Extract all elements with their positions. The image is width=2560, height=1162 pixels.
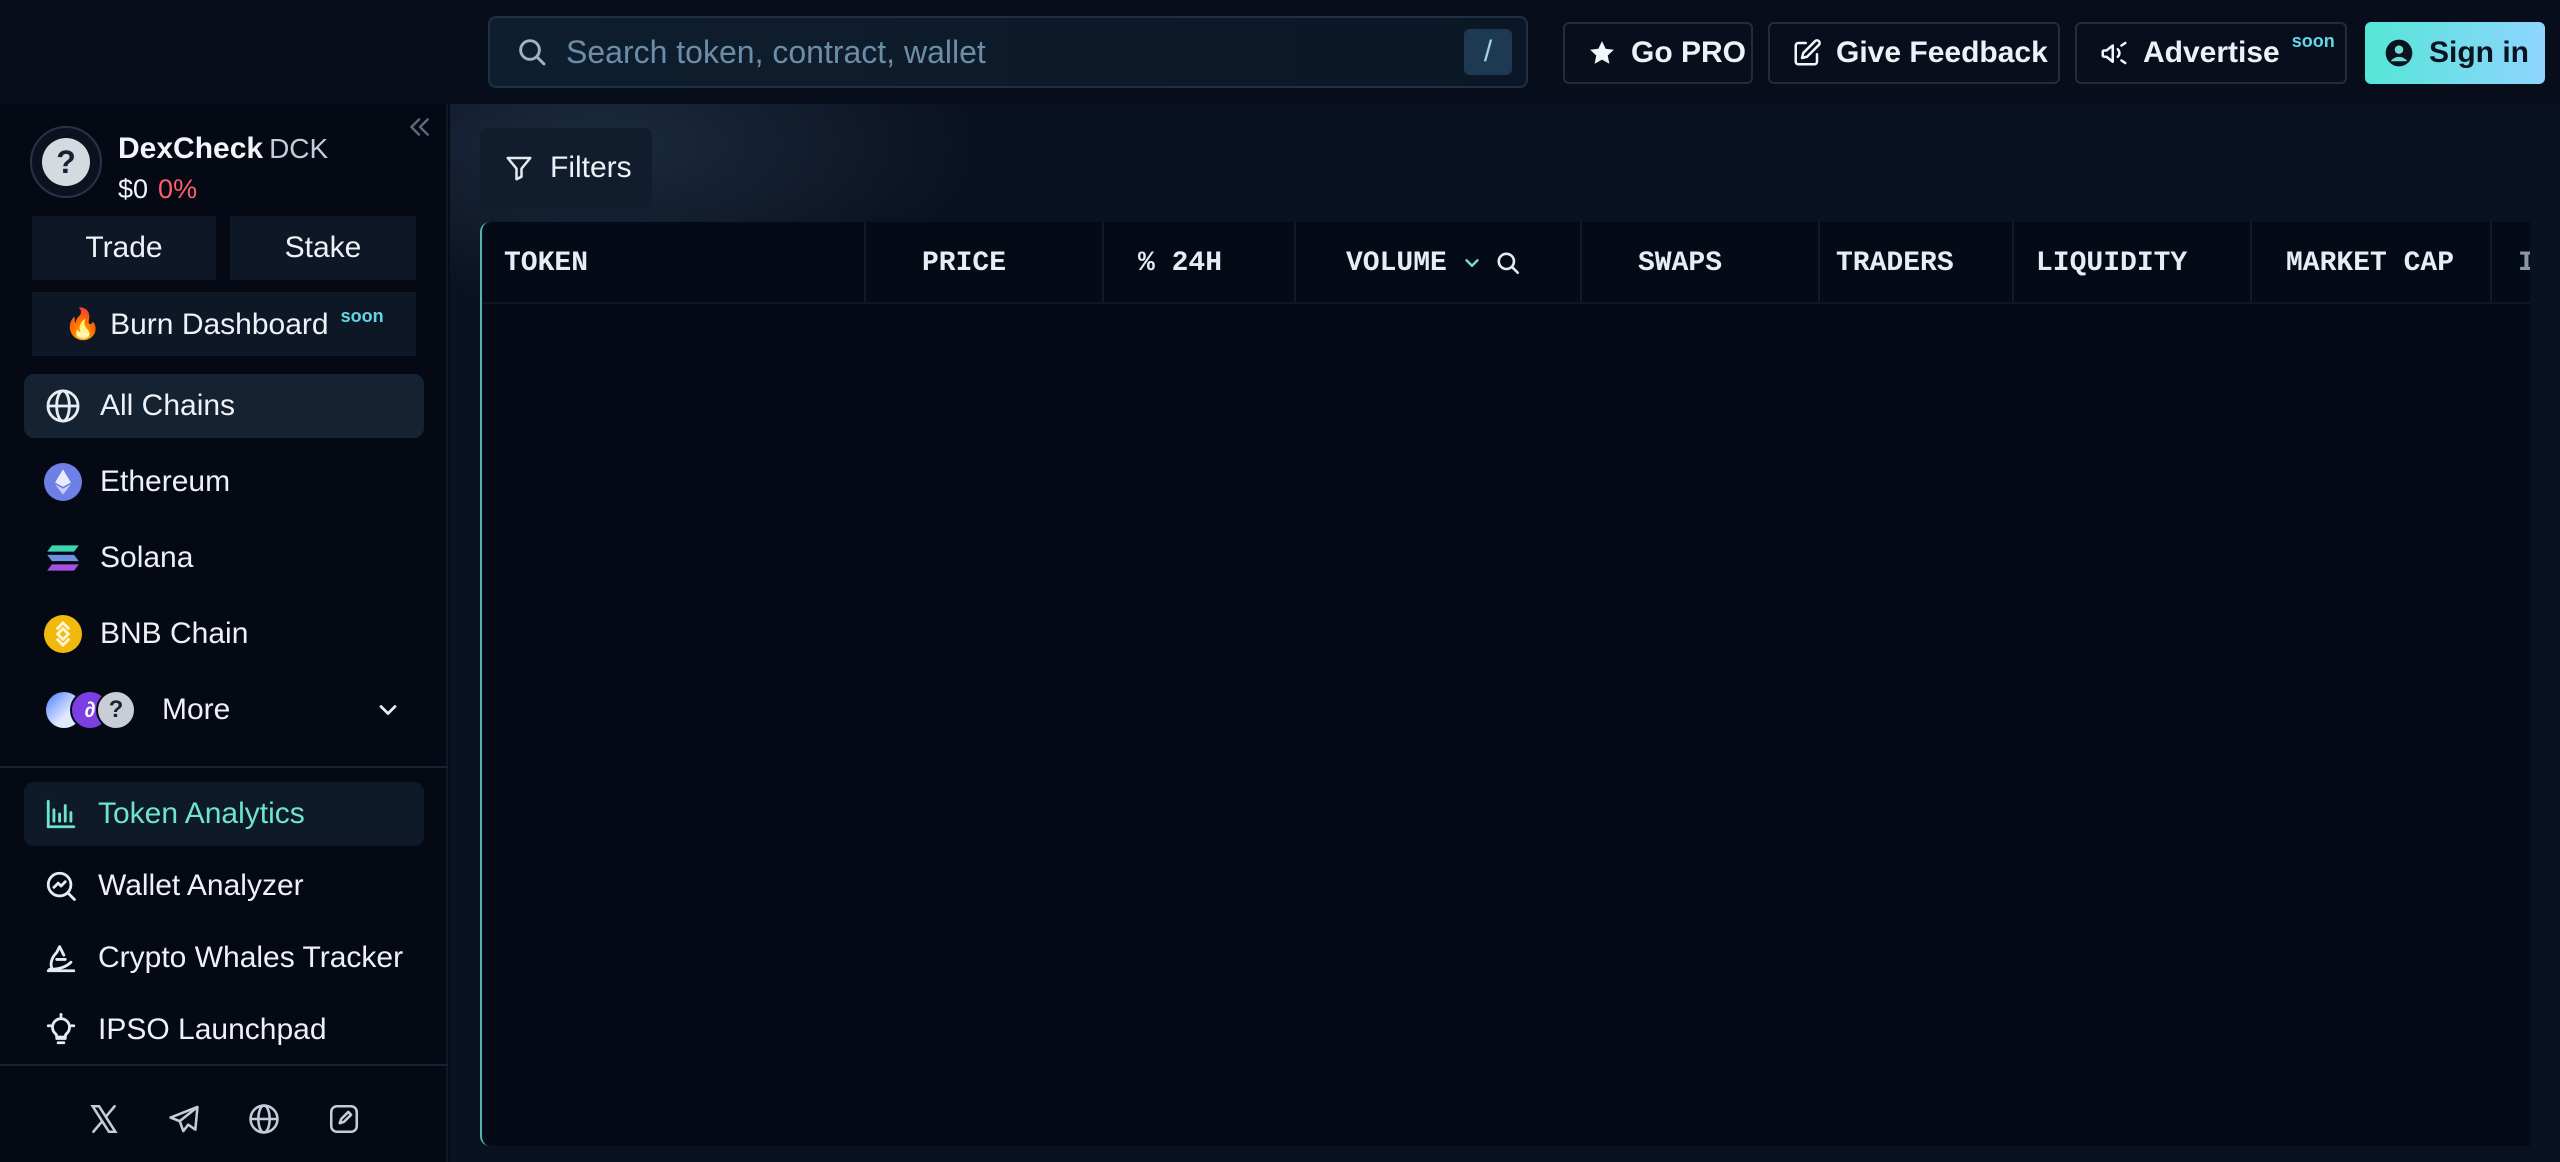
trade-button[interactable]: Trade: [32, 216, 216, 280]
column-header-price[interactable]: PRICE: [866, 222, 1104, 304]
chain-label: All Chains: [100, 389, 236, 422]
burn-dashboard-label: 🔥 Burn Dashboard: [64, 307, 329, 341]
token-header[interactable]: ? DexCheck DCK $0 0%: [30, 126, 328, 205]
column-header-change-24h[interactable]: % 24H: [1104, 222, 1296, 304]
advertise-soon-badge: soon: [2291, 30, 2335, 51]
burn-dashboard-button[interactable]: 🔥 Burn Dashboard soon: [32, 292, 416, 356]
sign-in-button[interactable]: Sign in: [2365, 22, 2545, 84]
telegram-icon[interactable]: [167, 1102, 201, 1136]
filters-button[interactable]: Filters: [480, 128, 652, 208]
edit-icon: [1794, 39, 1821, 66]
nav-label: Crypto Whales Tracker: [98, 941, 404, 974]
globe-icon: [46, 389, 80, 423]
edit-icon[interactable]: [327, 1102, 361, 1136]
token-logo: ?: [30, 126, 102, 198]
burn-soon-badge: soon: [340, 305, 384, 326]
sidebar: ? DexCheck DCK $0 0% Trade Stake 🔥 Burn Da…: [0, 104, 448, 1162]
column-header-truncated[interactable]: I: [2492, 222, 2530, 304]
collapse-sidebar-icon[interactable]: [406, 114, 432, 140]
social-links: [0, 1084, 448, 1154]
x-icon[interactable]: [87, 1102, 121, 1136]
chain-more[interactable]: ∂ ? More: [24, 678, 424, 742]
megaphone-icon: [2101, 41, 2127, 65]
column-header-swaps[interactable]: SWAPS: [1582, 222, 1820, 304]
globe-icon[interactable]: [247, 1102, 281, 1136]
user-circle-icon: [2385, 39, 2413, 67]
unknown-token-icon: ?: [42, 138, 90, 186]
chain-label: Ethereum: [100, 465, 231, 498]
nav-token-analytics[interactable]: Token Analytics: [24, 782, 424, 846]
search-icon: [519, 39, 546, 66]
star-icon: [1590, 41, 1614, 64]
chain-ethereum[interactable]: Ethereum: [24, 450, 424, 514]
page: Search token, contract, wallet / Go PRO …: [0, 0, 2560, 1162]
token-info: DexCheck DCK $0 0%: [118, 132, 328, 205]
chain-all-chains[interactable]: All Chains: [24, 374, 424, 438]
chain-label: Solana: [100, 541, 194, 574]
nav-wallet-analyzer[interactable]: Wallet Analyzer: [24, 854, 424, 918]
nav-label: Wallet Analyzer: [98, 869, 304, 902]
sort-desc-icon[interactable]: [1461, 252, 1483, 274]
column-header-label: VOLUME: [1346, 247, 1447, 279]
sidebar-divider: [0, 1064, 448, 1066]
top-bar: Search token, contract, wallet / Go PRO …: [0, 0, 2560, 104]
search-icon[interactable]: [1495, 250, 1521, 276]
bnb-icon: [44, 615, 82, 653]
unknown-chain-icon: ?: [96, 690, 136, 730]
filters-label: Filters: [550, 151, 632, 184]
ethereum-icon: [44, 463, 82, 501]
column-header-liquidity[interactable]: LIQUIDITY: [2014, 222, 2252, 304]
magnifier-chart-icon: [46, 871, 76, 901]
nav-crypto-whales-tracker[interactable]: Crypto Whales Tracker: [24, 926, 424, 990]
sign-in-label: Sign in: [2429, 36, 2529, 69]
nav-label: IPSO Launchpad: [98, 1013, 327, 1046]
token-name: DexCheck: [118, 132, 264, 165]
column-header-traders[interactable]: TRADERS: [1820, 222, 2014, 304]
solana-icon: [47, 545, 79, 571]
advertise-button[interactable]: Advertise soon: [2075, 22, 2347, 84]
chain-label: BNB Chain: [100, 617, 249, 650]
search-shortcut-key: /: [1464, 29, 1512, 75]
token-symbol: DCK: [269, 133, 329, 164]
chain-bnb-chain[interactable]: BNB Chain: [24, 602, 424, 666]
nav-label: Token Analytics: [98, 797, 305, 830]
chain-label: More: [162, 693, 231, 726]
filter-icon: [506, 156, 532, 181]
give-feedback-label: Give Feedback: [1836, 36, 2048, 69]
token-title: DexCheck DCK: [118, 132, 328, 166]
column-header-token[interactable]: TOKEN: [482, 222, 866, 304]
search-input[interactable]: Search token, contract, wallet /: [488, 16, 1528, 88]
more-chains-icons: ∂ ?: [44, 690, 140, 730]
whale-icon: [46, 945, 76, 973]
go-pro-button[interactable]: Go PRO: [1563, 22, 1753, 84]
table-header: TOKEN PRICE % 24H VOLUME SWAPS TRADERS L…: [482, 222, 2530, 304]
advertise-label: Advertise: [2143, 36, 2280, 69]
stake-button[interactable]: Stake: [230, 216, 416, 280]
nav-ipso-launchpad[interactable]: IPSO Launchpad: [24, 998, 424, 1062]
token-table: TOKEN PRICE % 24H VOLUME SWAPS TRADERS L…: [480, 222, 2530, 1146]
token-price: $0: [118, 174, 149, 204]
go-pro-label: Go PRO: [1631, 36, 1747, 69]
column-header-volume[interactable]: VOLUME: [1296, 222, 1582, 304]
token-change: 0%: [158, 174, 198, 204]
lightbulb-icon: [46, 1013, 76, 1045]
column-header-market-cap[interactable]: MARKET CAP: [2252, 222, 2492, 304]
chain-solana[interactable]: Solana: [24, 526, 424, 590]
chevron-down-icon: [379, 705, 397, 715]
main-content: Filters TOKEN PRICE % 24H VOLUME SWAPS T…: [450, 104, 2560, 1162]
give-feedback-button[interactable]: Give Feedback: [1768, 22, 2060, 84]
chart-bars-icon: [46, 799, 76, 829]
sidebar-divider: [0, 766, 448, 768]
token-price-row: $0 0%: [118, 174, 328, 205]
search-placeholder: Search token, contract, wallet: [566, 33, 986, 70]
